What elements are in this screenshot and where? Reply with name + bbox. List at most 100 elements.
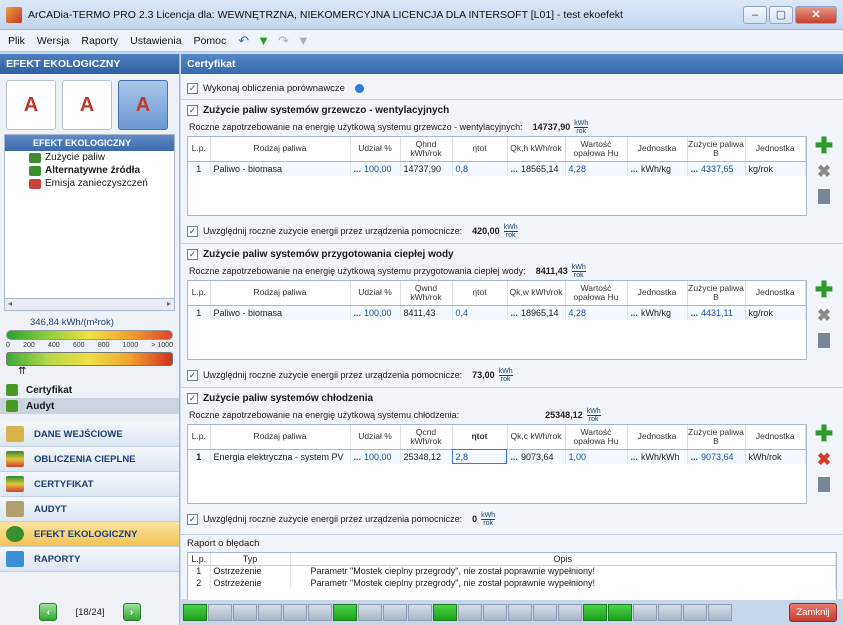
ecology-icon (6, 526, 24, 542)
menu-ustawienia[interactable]: Ustawienia (130, 35, 181, 47)
eta-input[interactable]: 2,8 (452, 449, 508, 464)
module-at-color-icon[interactable]: A (62, 80, 112, 130)
status-bar: Zamknij (181, 600, 843, 625)
add-row-button[interactable]: ✚ (815, 279, 833, 301)
gauge-tick: 200 (23, 342, 35, 349)
add-row-button[interactable]: ✚ (815, 423, 833, 445)
down-arrow-icon[interactable]: ▼ (257, 33, 270, 48)
col-header: Jednostka (627, 137, 688, 162)
pager: ‹ [18/24] › (0, 601, 180, 623)
step-indicator-document-icon[interactable] (608, 604, 632, 621)
delete-row-button[interactable]: ✖ (817, 307, 831, 325)
calculator-icon[interactable] (818, 333, 830, 348)
nav-certyfikat[interactable]: CERTYFIKAT (0, 472, 179, 497)
table-row[interactable]: 1 Paliwo - biomasa ... 100,00 8411,43 0,4… (188, 305, 806, 320)
water-checkbox[interactable]: ✓ (187, 248, 198, 260)
step-indicator[interactable] (558, 604, 582, 621)
prev-page-button[interactable]: ‹ (39, 603, 58, 621)
comparative-label: Wykonaj obliczenia porównawcze (203, 82, 345, 94)
table-row[interactable]: 2 Ostrzeżenie Parametr "Mostek cieplny p… (188, 577, 836, 589)
tree-header[interactable]: EFEKT EKOLOGICZNY (5, 135, 174, 151)
water-aux-value: 73,00 (472, 370, 495, 380)
step-indicator[interactable] (283, 604, 307, 621)
down-arrow-disabled-icon[interactable]: ▼ (297, 33, 310, 48)
col-header: Zużycie paliwa B (687, 425, 746, 450)
col-header: Zużycie paliwa B (687, 281, 746, 306)
col-header: Jednostka (745, 425, 806, 450)
menu-wersja[interactable]: Wersja (37, 35, 69, 47)
subnav-audyt[interactable]: Audyt (0, 398, 179, 414)
col-header: ηtot (452, 425, 508, 450)
close-window-button[interactable]: ✕ (795, 5, 837, 24)
step-indicator[interactable] (358, 604, 382, 621)
col-header: Rodzaj paliwa (210, 137, 351, 162)
tree-item-alternative[interactable]: Alternatywne źródła (5, 164, 174, 177)
calculator-icon[interactable] (818, 189, 830, 204)
step-indicator[interactable] (383, 604, 407, 621)
col-header: L.p. (188, 553, 211, 566)
step-indicator[interactable] (708, 604, 732, 621)
step-indicator[interactable] (658, 604, 682, 621)
subnav-certyfikat[interactable]: Certyfikat (0, 382, 179, 398)
step-indicator[interactable] (533, 604, 557, 621)
info-icon[interactable] (354, 83, 364, 93)
heating-aux-checkbox[interactable]: ✓ (187, 225, 198, 237)
minimize-button[interactable]: – (743, 5, 767, 24)
next-page-button[interactable]: › (122, 603, 141, 621)
delete-row-button[interactable]: ✖ (817, 451, 831, 469)
water-aux-checkbox[interactable]: ✓ (187, 369, 198, 381)
step-indicator[interactable] (183, 604, 207, 621)
add-row-button[interactable]: ✚ (815, 135, 833, 157)
module-at-pro-icon[interactable]: A (118, 80, 168, 130)
tree-item-emission[interactable]: Emisja zanieczyszczeń (5, 177, 174, 190)
comparative-checkbox[interactable]: ✓ (187, 82, 198, 94)
tree-horizontal-scrollbar[interactable]: ◂ ▸ (4, 299, 175, 311)
module-at-icon[interactable]: A (6, 80, 56, 130)
cooling-checkbox[interactable]: ✓ (187, 392, 198, 404)
step-indicator[interactable] (683, 604, 707, 621)
close-button[interactable]: Zamknij (789, 603, 837, 622)
step-indicator[interactable] (508, 604, 532, 621)
step-indicator[interactable] (583, 604, 607, 621)
gauge-tick: 1000 (122, 342, 139, 349)
step-indicator[interactable] (408, 604, 432, 621)
step-indicator[interactable] (233, 604, 257, 621)
nav-obliczenia-cieplne[interactable]: OBLICZENIA CIEPLNE (0, 447, 179, 472)
calculator-icon[interactable] (818, 477, 830, 492)
nav-audyt[interactable]: AUDYT (0, 497, 179, 522)
audit-icon (6, 400, 18, 412)
menu-pomoc[interactable]: Pomoc (194, 35, 227, 47)
step-indicator[interactable] (633, 604, 657, 621)
col-header: Wartość opałowa Hu (565, 137, 628, 162)
col-header: Udział % (350, 137, 401, 162)
nav-dane-wejsciowe[interactable]: DANE WEJŚCIOWE (0, 422, 179, 447)
table-row[interactable]: 1 Paliwo - biomasa ... 100,00 14737,90 0,… (188, 161, 806, 176)
step-indicator[interactable] (483, 604, 507, 621)
gauge-tick: 800 (97, 342, 110, 349)
reports-icon (6, 551, 24, 567)
cooling-aux-checkbox[interactable]: ✓ (187, 513, 198, 525)
maximize-button[interactable]: ▢ (769, 5, 793, 24)
window-title: ArCADia-TERMO PRO 2.3 Licencja dla: WEWN… (28, 8, 623, 21)
nav-efekt-ekologiczny[interactable]: EFEKT EKOLOGICZNY (0, 522, 179, 547)
step-indicator[interactable] (308, 604, 332, 621)
undo-icon[interactable]: ↶ (238, 33, 249, 49)
step-indicator[interactable] (258, 604, 282, 621)
step-indicator[interactable] (433, 604, 457, 621)
menu-raporty[interactable]: Raporty (81, 35, 118, 47)
step-indicator[interactable] (333, 604, 357, 621)
tree-item-fuel[interactable]: Zużycie paliw (5, 151, 174, 164)
nav-raporty[interactable]: RAPORTY (0, 547, 179, 572)
cooling-table: L.p. Rodzaj paliwa Udział % Qcnd kWh/rok… (187, 423, 833, 504)
col-header: Jednostka (745, 137, 806, 162)
col-header: Jednostka (627, 425, 688, 450)
heating-checkbox[interactable]: ✓ (187, 104, 198, 116)
table-row[interactable]: 1 Ostrzeżenie Parametr "Mostek cieplny p… (188, 565, 836, 577)
step-indicator[interactable] (458, 604, 482, 621)
table-row[interactable]: 1 Energia elektryczna - system PV ... 100… (188, 449, 806, 464)
delete-row-button[interactable]: ✖ (817, 163, 831, 181)
step-indicator[interactable] (208, 604, 232, 621)
energy-gauge: 0 200 400 600 800 1000 > 1000 ⇈ (6, 330, 173, 377)
menu-plik[interactable]: Plik (8, 35, 25, 47)
redo-icon[interactable]: ↷ (278, 33, 289, 49)
